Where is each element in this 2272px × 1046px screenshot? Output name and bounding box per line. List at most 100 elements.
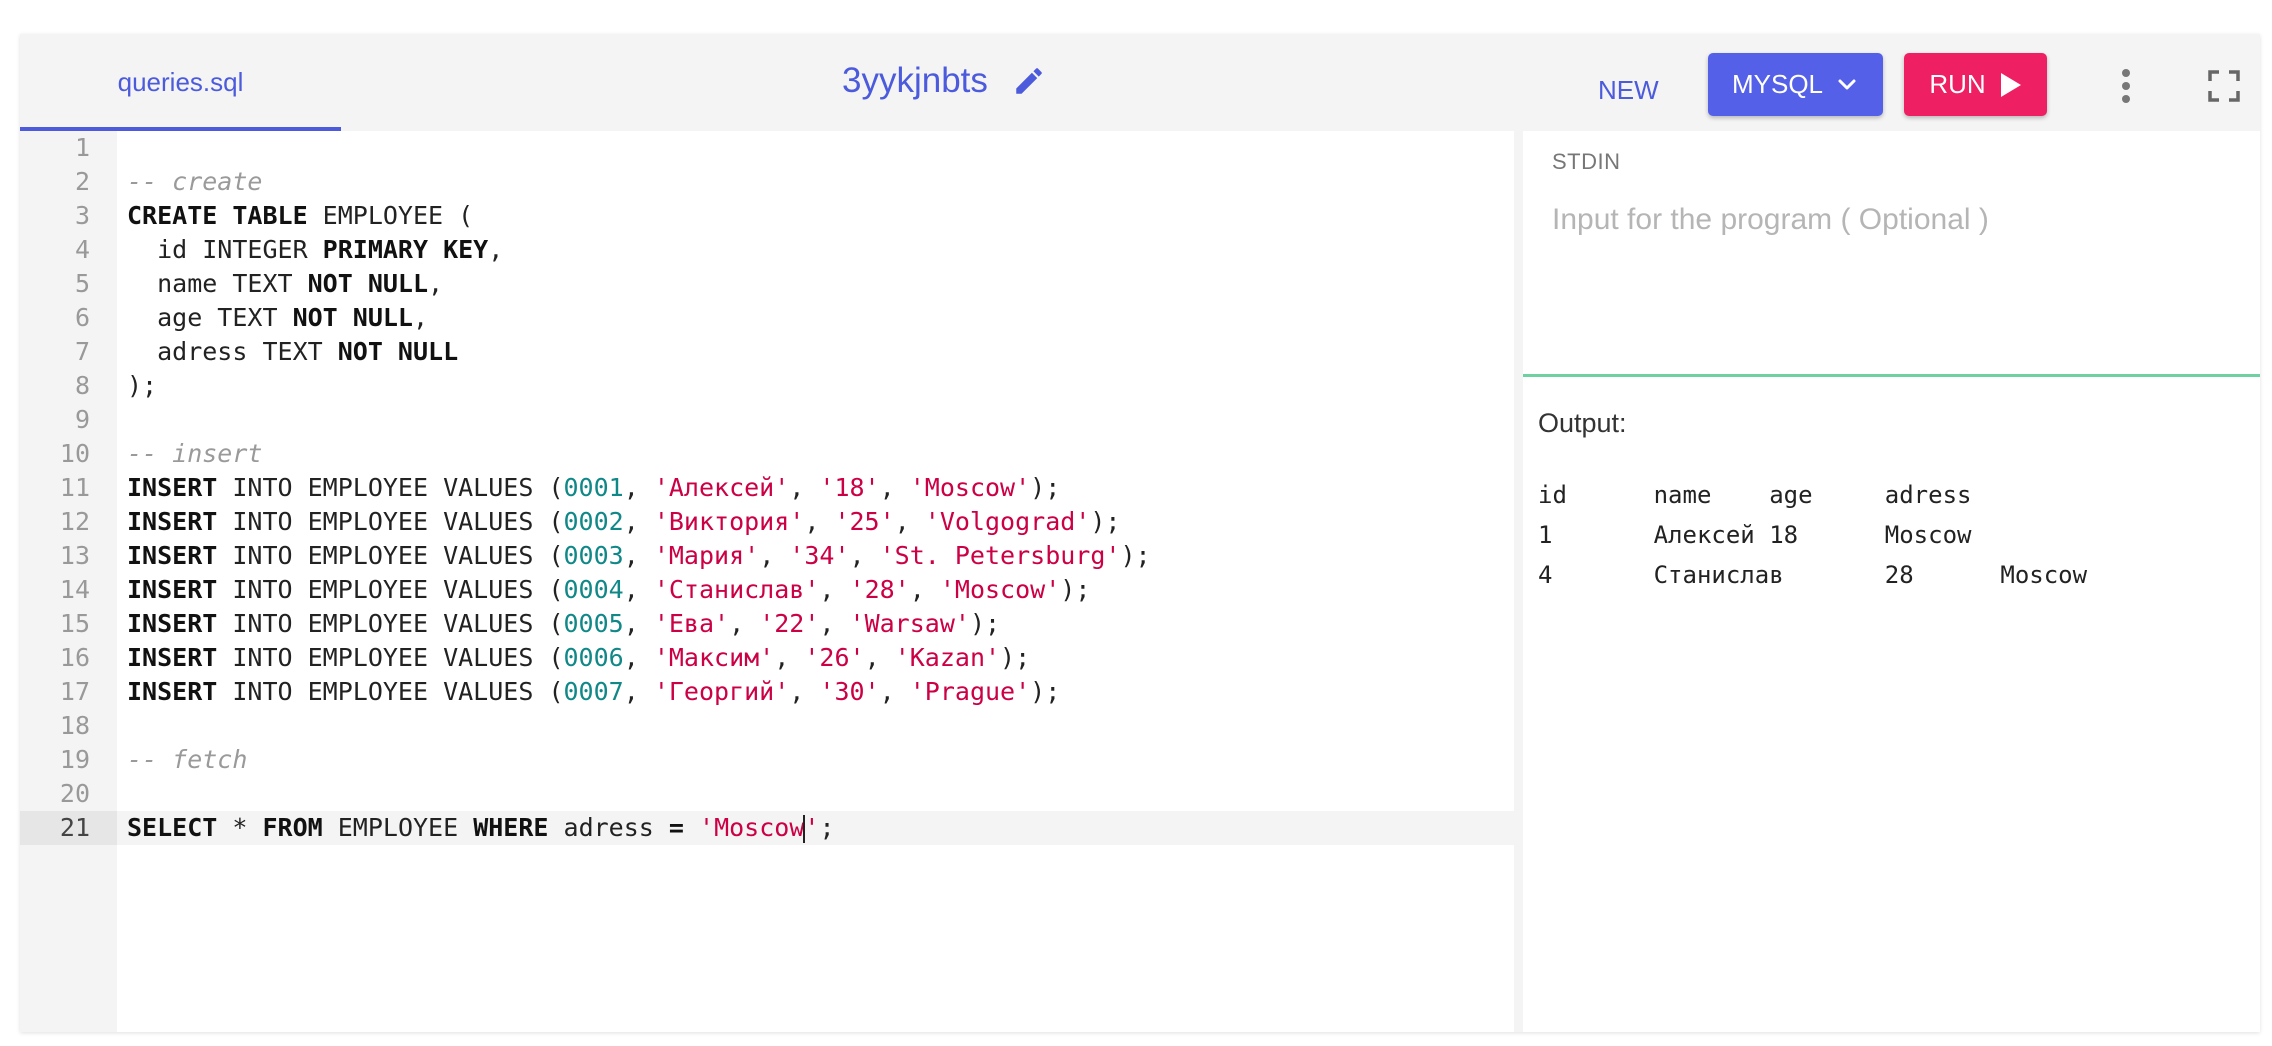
- code-lines[interactable]: 1 2 -- create 3 CREATE TABLE EMPLOYEE (4 id …: [20, 131, 1514, 845]
- line-number: 5: [74, 269, 90, 298]
- code-line[interactable]: 7 adress TEXT NOT NULL: [20, 335, 1514, 369]
- line-number: 3: [74, 201, 90, 230]
- code-token: 'Warsaw': [849, 609, 970, 638]
- code-token: INSERT: [127, 643, 218, 672]
- code-token: 0007: [563, 677, 624, 706]
- line-content: [117, 777, 1514, 811]
- new-button-label: NEW: [1598, 74, 1659, 105]
- code-token: 'St. Petersburg': [879, 541, 1121, 570]
- code-token: '18': [819, 473, 880, 502]
- code-token: 'Volgograd': [924, 507, 1091, 536]
- code-token: NOT NULL: [292, 303, 413, 332]
- code-token: ,: [623, 507, 654, 536]
- fullscreen-button[interactable]: [2196, 58, 2252, 114]
- code-line[interactable]: 16 INSERT INTO EMPLOYEE VALUES (0006, 'Ма…: [20, 641, 1514, 675]
- line-content: adress TEXT NOT NULL: [117, 335, 1514, 369]
- pencil-icon[interactable]: [1012, 64, 1046, 98]
- line-content: [117, 403, 1514, 437]
- code-line[interactable]: 9: [20, 403, 1514, 437]
- code-token: EMPLOYEE: [322, 813, 474, 842]
- code-token: ,: [864, 643, 895, 672]
- code-line[interactable]: 15 INSERT INTO EMPLOYEE VALUES (0005, 'Ев…: [20, 607, 1514, 641]
- code-token: );: [127, 371, 158, 400]
- code-line[interactable]: 12 INSERT INTO EMPLOYEE VALUES (0002, 'Ви…: [20, 505, 1514, 539]
- code-token: 'Moscow': [939, 575, 1061, 604]
- code-line[interactable]: 3 CREATE TABLE EMPLOYEE (: [20, 199, 1514, 233]
- page-title[interactable]: 3yykjnbts: [842, 61, 988, 101]
- code-token: EMPLOYEE (: [307, 201, 474, 230]
- code-token: INTO EMPLOYEE VALUES (: [217, 541, 564, 570]
- code-token: 'Moscow': [909, 473, 1031, 502]
- line-content: INSERT INTO EMPLOYEE VALUES (0005, 'Ева'…: [117, 607, 1514, 641]
- code-line[interactable]: 11 INSERT INTO EMPLOYEE VALUES (0001, 'Ал…: [20, 471, 1514, 505]
- code-token: ,: [488, 235, 504, 264]
- code-line[interactable]: 5 name TEXT NOT NULL,: [20, 267, 1514, 301]
- code-token: adress: [548, 813, 669, 842]
- code-line[interactable]: 4 id INTEGER PRIMARY KEY,: [20, 233, 1514, 267]
- code-token: ,: [774, 643, 805, 672]
- code-token: INTO EMPLOYEE VALUES (: [217, 643, 564, 672]
- code-token: INTO EMPLOYEE VALUES (: [217, 507, 564, 536]
- stdin-input[interactable]: [1552, 195, 2232, 245]
- code-line[interactable]: 1: [20, 131, 1514, 165]
- code-token: 'Мария': [653, 541, 760, 570]
- code-line[interactable]: 17 INSERT INTO EMPLOYEE VALUES (0007, 'Ге…: [20, 675, 1514, 709]
- code-token: 0005: [563, 609, 624, 638]
- stdin-panel: STDIN: [1523, 131, 2260, 374]
- line-content: id INTEGER PRIMARY KEY,: [117, 233, 1514, 267]
- code-line[interactable]: 6 age TEXT NOT NULL,: [20, 301, 1514, 335]
- line-number: 21: [20, 811, 117, 845]
- code-token: ,: [789, 677, 820, 706]
- code-line[interactable]: 18: [20, 709, 1514, 743]
- code-token: INSERT: [127, 609, 218, 638]
- code-token: INSERT: [127, 677, 218, 706]
- code-token: 'Kazan': [894, 643, 1001, 672]
- tab-queries-sql[interactable]: queries.sql: [20, 34, 341, 131]
- code-line[interactable]: 21 SELECT * FROM EMPLOYEE WHERE adress = …: [20, 811, 1514, 845]
- code-token: ,: [849, 541, 880, 570]
- code-token: ,: [623, 677, 654, 706]
- line-content: -- create: [117, 165, 1514, 199]
- code-token: ,: [729, 609, 760, 638]
- code-token: INTO EMPLOYEE VALUES (: [217, 473, 564, 502]
- more-options-button[interactable]: [2102, 58, 2150, 114]
- code-line[interactable]: 20: [20, 777, 1514, 811]
- code-token: NOT NULL: [307, 269, 429, 298]
- mysql-button-label: MYSQL: [1731, 69, 1824, 99]
- code-token: INTO EMPLOYEE VALUES (: [217, 609, 564, 638]
- code-editor[interactable]: 1 2 -- create 3 CREATE TABLE EMPLOYEE (4 id …: [20, 131, 1514, 1032]
- code-token: );: [1120, 541, 1151, 570]
- line-number: 7: [74, 337, 90, 366]
- code-line[interactable]: 14 INSERT INTO EMPLOYEE VALUES (0004, 'Ст…: [20, 573, 1514, 607]
- code-line[interactable]: 8);: [20, 369, 1514, 403]
- code-token: ,: [879, 677, 910, 706]
- code-line[interactable]: 10 -- insert: [20, 437, 1514, 471]
- code-line[interactable]: 13 INSERT INTO EMPLOYEE VALUES (0003, 'Ма…: [20, 539, 1514, 573]
- code-token: ,: [623, 643, 654, 672]
- line-number: 1: [74, 133, 90, 162]
- code-token: );: [1030, 677, 1061, 706]
- code-token: ,: [623, 473, 654, 502]
- code-token: ,: [759, 541, 790, 570]
- new-button[interactable]: NEW: [1584, 62, 1673, 118]
- code-line[interactable]: 2 -- create: [20, 165, 1514, 199]
- mysql-dropdown-button[interactable]: MYSQL: [1708, 53, 1883, 116]
- line-content: SELECT * FROM EMPLOYEE WHERE adress = 'M…: [117, 811, 1514, 845]
- code-token: );: [1060, 575, 1091, 604]
- line-number: 2: [74, 167, 90, 196]
- line-number: 17: [59, 677, 90, 706]
- code-token: -- create: [127, 167, 263, 196]
- run-button[interactable]: RUN: [1904, 53, 2047, 116]
- code-line[interactable]: 19 -- fetch: [20, 743, 1514, 777]
- code-token: INSERT: [127, 575, 218, 604]
- code-token: ,: [819, 575, 850, 604]
- code-token: ,: [894, 507, 925, 536]
- code-token: *: [217, 813, 263, 842]
- line-number: 18: [59, 711, 90, 740]
- code-token: INSERT: [127, 507, 218, 536]
- code-token: 'Moscow: [699, 813, 805, 842]
- code-token: FROM: [262, 813, 323, 842]
- code-token: -- fetch: [127, 745, 248, 774]
- output-panel: Output: id name age adress 1 Алексей 18 M…: [1523, 377, 2260, 1032]
